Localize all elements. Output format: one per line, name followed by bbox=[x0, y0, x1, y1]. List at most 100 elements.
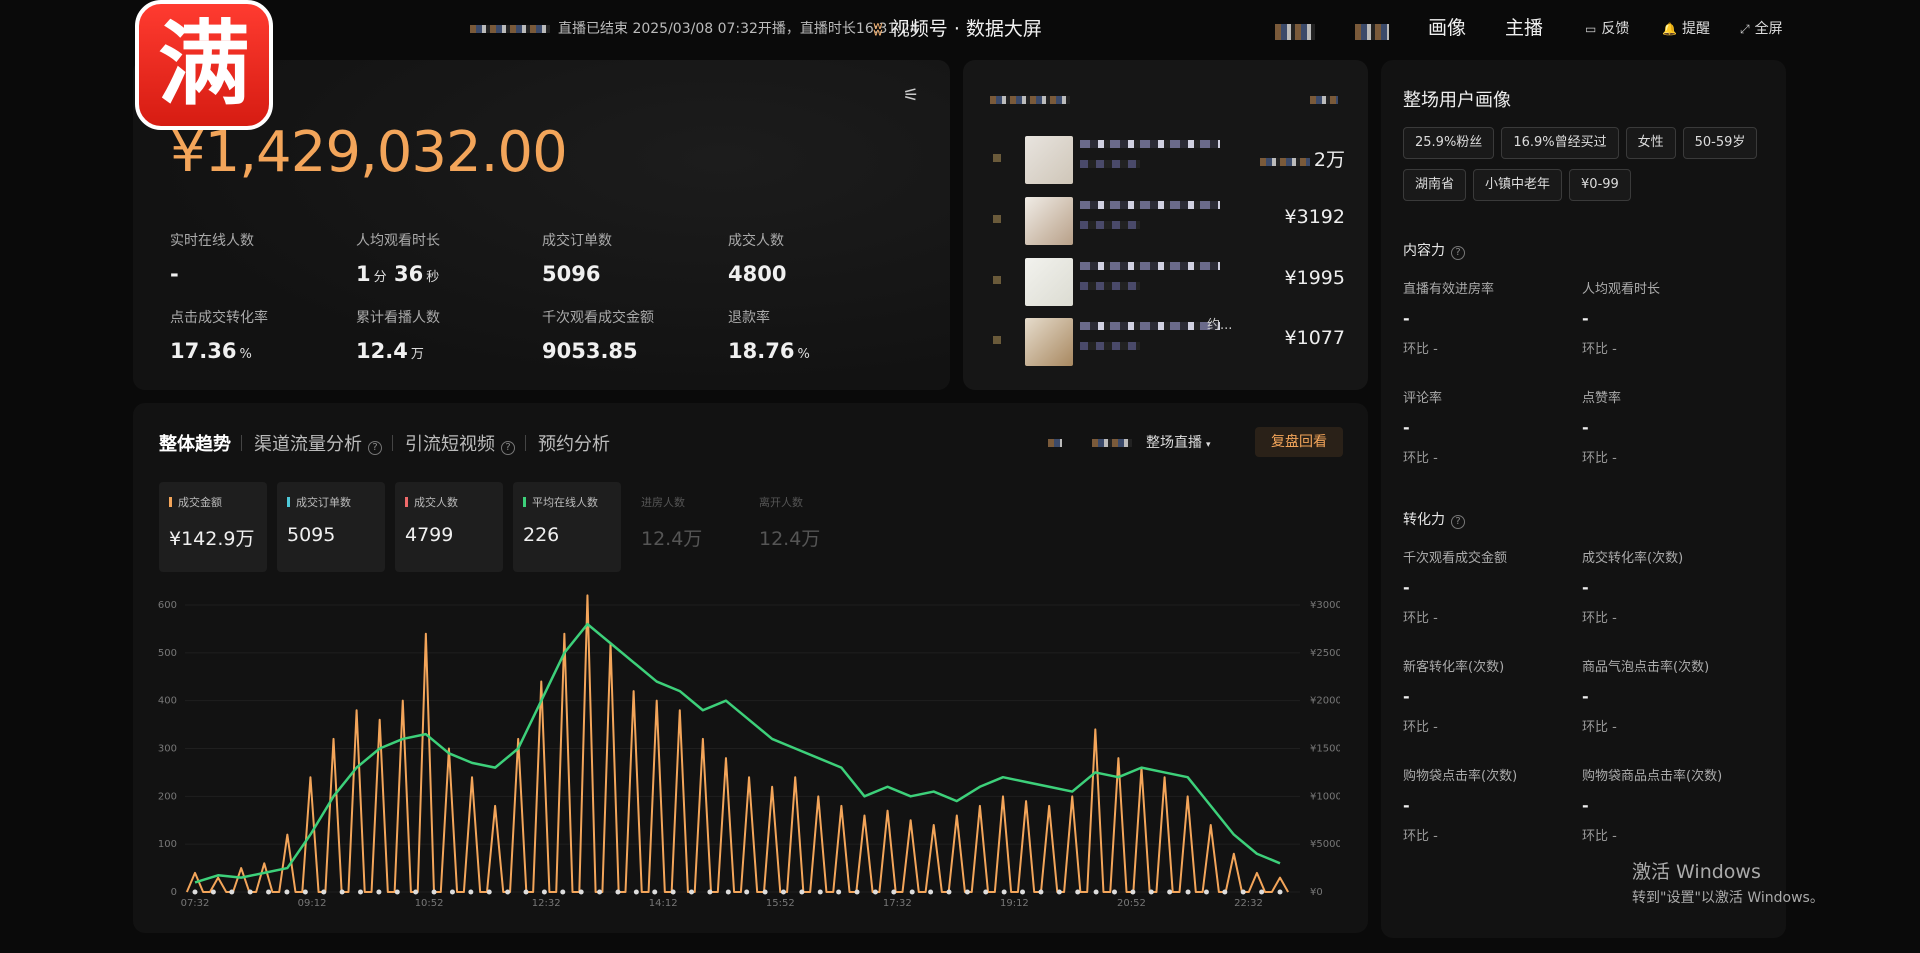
baseline-dot bbox=[964, 889, 970, 895]
baseline-dot bbox=[1259, 889, 1265, 895]
nav-portrait[interactable]: 画像 bbox=[1428, 13, 1466, 40]
baseline-dot bbox=[836, 889, 842, 895]
baseline-dot bbox=[615, 889, 621, 895]
blurred-text bbox=[1310, 96, 1338, 104]
baseline-dot bbox=[799, 889, 805, 895]
scope-select[interactable]: 整场直播 ▾ bbox=[1048, 432, 1211, 452]
tab-short-video[interactable]: 引流短视频? bbox=[405, 430, 515, 456]
portrait-title: 整场用户画像 bbox=[1403, 90, 1511, 111]
metric-orders: 成交订单数 5096 bbox=[542, 233, 612, 286]
nav-host[interactable]: 主播 bbox=[1505, 13, 1543, 40]
y-tick-label-left: 100 bbox=[158, 839, 177, 850]
product-gmv: ¥1995 bbox=[1284, 267, 1345, 289]
baseline-dot bbox=[578, 889, 584, 895]
baseline-dot bbox=[689, 889, 695, 895]
baseline-dot bbox=[1203, 889, 1209, 895]
baseline-dot bbox=[928, 889, 934, 895]
blurred-text bbox=[1080, 221, 1140, 229]
help-icon[interactable]: ? bbox=[368, 441, 382, 455]
bell-icon: 🔔 bbox=[1662, 22, 1677, 36]
baseline-dot bbox=[468, 889, 474, 895]
blurred-text bbox=[1080, 322, 1220, 330]
series-gmv-line bbox=[185, 594, 1290, 893]
tag-fans: 25.9%粉丝 bbox=[1403, 127, 1495, 159]
help-icon[interactable]: ? bbox=[501, 441, 515, 455]
app-logo: 满 bbox=[135, 0, 273, 130]
tag-gender: 女性 bbox=[1625, 127, 1676, 159]
y-tick-label-right: ¥10000 bbox=[1310, 791, 1340, 802]
top-bar: 直播已结束 2025/03/08 07:32开播，直播时长16:31:24 ʬ视… bbox=[0, 0, 1920, 56]
x-tick-label: 15:52 bbox=[766, 898, 795, 909]
tag-bought: 16.9%曾经买过 bbox=[1501, 127, 1619, 159]
channels-logo-icon: ʬ bbox=[873, 18, 883, 40]
card-orders[interactable]: 成交订单数 5095 bbox=[277, 482, 385, 572]
card-gmv[interactable]: 成交金额 ¥142.9万 bbox=[159, 482, 267, 572]
blurred-text bbox=[1080, 342, 1140, 350]
product-gmv: ¥1077 bbox=[1284, 327, 1345, 349]
blurred-text bbox=[470, 25, 550, 33]
product-row[interactable]: 2万 bbox=[985, 136, 1345, 188]
x-tick-label: 20:52 bbox=[1117, 898, 1146, 909]
metric-refund-rate: 退款率 18.76% bbox=[728, 310, 810, 363]
rank-badge bbox=[993, 154, 1001, 162]
baseline-dot bbox=[1056, 889, 1062, 895]
card-avg-online[interactable]: 平均在线人数 226 bbox=[513, 482, 621, 572]
baseline-dot bbox=[358, 889, 364, 895]
metric-gpm: 千次观看成交金额 9053.85 bbox=[542, 310, 654, 363]
card-buyers[interactable]: 成交人数 4799 bbox=[395, 482, 503, 572]
baseline-dot bbox=[339, 889, 345, 895]
baseline-dot bbox=[247, 889, 253, 895]
tab-channel-traffic[interactable]: 渠道流量分析? bbox=[254, 430, 382, 456]
baseline-dot bbox=[817, 889, 823, 895]
stat-comment-rate: 评论率 - 环比 - bbox=[1403, 391, 1443, 466]
replay-button[interactable]: 复盘回看 bbox=[1255, 427, 1343, 457]
product-thumbnail bbox=[1025, 318, 1073, 366]
y-tick-label-right: ¥15000 bbox=[1310, 744, 1340, 755]
x-tick-label: 07:32 bbox=[181, 898, 210, 909]
product-gmv: ¥3192 bbox=[1284, 206, 1345, 228]
settings-sliders-icon[interactable]: ⚟ bbox=[903, 85, 919, 106]
baseline-dot bbox=[413, 889, 419, 895]
account-avatar bbox=[1355, 24, 1389, 40]
baseline-dot bbox=[1277, 889, 1283, 895]
product-row[interactable]: 约... ¥1077 bbox=[985, 318, 1345, 370]
product-row[interactable]: ¥1995 bbox=[985, 258, 1345, 310]
baseline-dot bbox=[1075, 889, 1081, 895]
card-entries[interactable]: 进房人数 12.4万 bbox=[631, 482, 739, 572]
baseline-dot bbox=[1001, 889, 1007, 895]
y-tick-label-right: ¥25000 bbox=[1310, 648, 1340, 659]
tag-segment: 小镇中老年 bbox=[1473, 169, 1563, 201]
product-gmv: 2万 bbox=[1259, 145, 1345, 172]
y-tick-label-left: 500 bbox=[158, 648, 177, 659]
card-exits[interactable]: 离开人数 12.4万 bbox=[749, 482, 857, 572]
baseline-dot bbox=[597, 889, 603, 895]
tab-overall-trend[interactable]: 整体趋势 bbox=[159, 430, 231, 456]
baseline-dot bbox=[302, 889, 308, 895]
baseline-dot bbox=[394, 889, 400, 895]
blurred-text bbox=[1080, 282, 1140, 290]
y-tick-label-right: ¥5000 bbox=[1310, 839, 1340, 850]
feedback-button[interactable]: ▭ 反馈 bbox=[1585, 18, 1629, 38]
baseline-dot bbox=[321, 889, 327, 895]
help-icon[interactable]: ? bbox=[1451, 246, 1465, 260]
rank-badge bbox=[993, 276, 1001, 284]
fullscreen-button[interactable]: ⤢ 全屏 bbox=[1740, 18, 1783, 38]
remind-button[interactable]: 🔔 提醒 bbox=[1662, 18, 1710, 38]
baseline-dot bbox=[707, 889, 713, 895]
page-title: ʬ 视频号 · 数据大屏 bbox=[873, 18, 1042, 40]
y-tick-label-right: ¥20000 bbox=[1310, 696, 1340, 707]
help-icon[interactable]: ? bbox=[1451, 515, 1465, 529]
x-tick-label: 10:52 bbox=[415, 898, 444, 909]
blurred-text bbox=[1092, 439, 1132, 447]
y-tick-label-left: 0 bbox=[171, 887, 177, 898]
product-thumbnail bbox=[1025, 136, 1073, 184]
conversion-power-title: 转化力? bbox=[1403, 509, 1465, 529]
trend-tabs: 整体趋势 渠道流量分析? 引流短视频? 预约分析 bbox=[159, 430, 620, 456]
product-row[interactable]: ¥3192 bbox=[985, 197, 1345, 249]
x-tick-label: 19:12 bbox=[1000, 898, 1029, 909]
blurred-text bbox=[1080, 201, 1220, 209]
x-tick-label: 17:32 bbox=[883, 898, 912, 909]
baseline-dot bbox=[541, 889, 547, 895]
metric-online: 实时在线人数 - bbox=[170, 233, 254, 286]
tab-reservation[interactable]: 预约分析 bbox=[538, 430, 610, 456]
